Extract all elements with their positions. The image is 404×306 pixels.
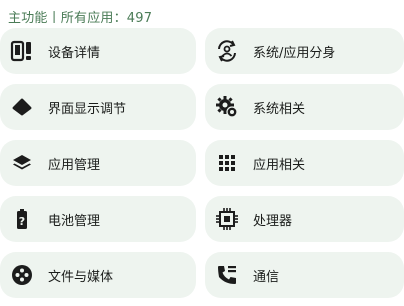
display-adjust-card[interactable]: 界面显示调节 [0, 84, 196, 130]
svg-text:?: ? [19, 215, 25, 228]
layers-icon [10, 151, 34, 175]
system-related-label: 系统相关 [253, 101, 306, 117]
user-switch-icon [215, 39, 239, 63]
processor-card[interactable]: 处理器 [205, 196, 404, 242]
display-icon [10, 95, 34, 119]
battery-management-card[interactable]: ? 电池管理 [0, 196, 196, 242]
app-related-label: 应用相关 [253, 157, 306, 173]
app-management-card[interactable]: 应用管理 [0, 140, 196, 186]
app-related-card[interactable]: 应用相关 [205, 140, 404, 186]
clone-apps-card[interactable]: 系统/应用分身 [205, 28, 404, 74]
cpu-chip-icon [215, 207, 239, 231]
system-related-card[interactable]: 系统相关 [205, 84, 404, 130]
settings-gear-icon [215, 95, 239, 119]
app-grid-icon [215, 151, 239, 175]
device-info-card[interactable]: 设备详情 [0, 28, 196, 74]
battery-management-label: 电池管理 [48, 213, 101, 229]
battery-icon: ? [10, 207, 34, 231]
files-media-card[interactable]: 文件与媒体 [0, 252, 196, 298]
communication-card[interactable]: 通信 [205, 252, 404, 298]
communication-label: 通信 [253, 269, 280, 285]
media-icon [10, 263, 34, 287]
processor-label: 处理器 [253, 213, 293, 229]
device-info-icon [10, 39, 34, 63]
files-media-label: 文件与媒体 [48, 269, 114, 285]
app-management-label: 应用管理 [48, 157, 101, 173]
device-info-label: 设备详情 [48, 45, 101, 61]
section-header: 主功能丨所有应用：497 [8, 11, 153, 26]
phone-call-icon [215, 263, 239, 287]
display-adjust-label: 界面显示调节 [48, 101, 127, 117]
clone-apps-label: 系统/应用分身 [253, 45, 336, 61]
